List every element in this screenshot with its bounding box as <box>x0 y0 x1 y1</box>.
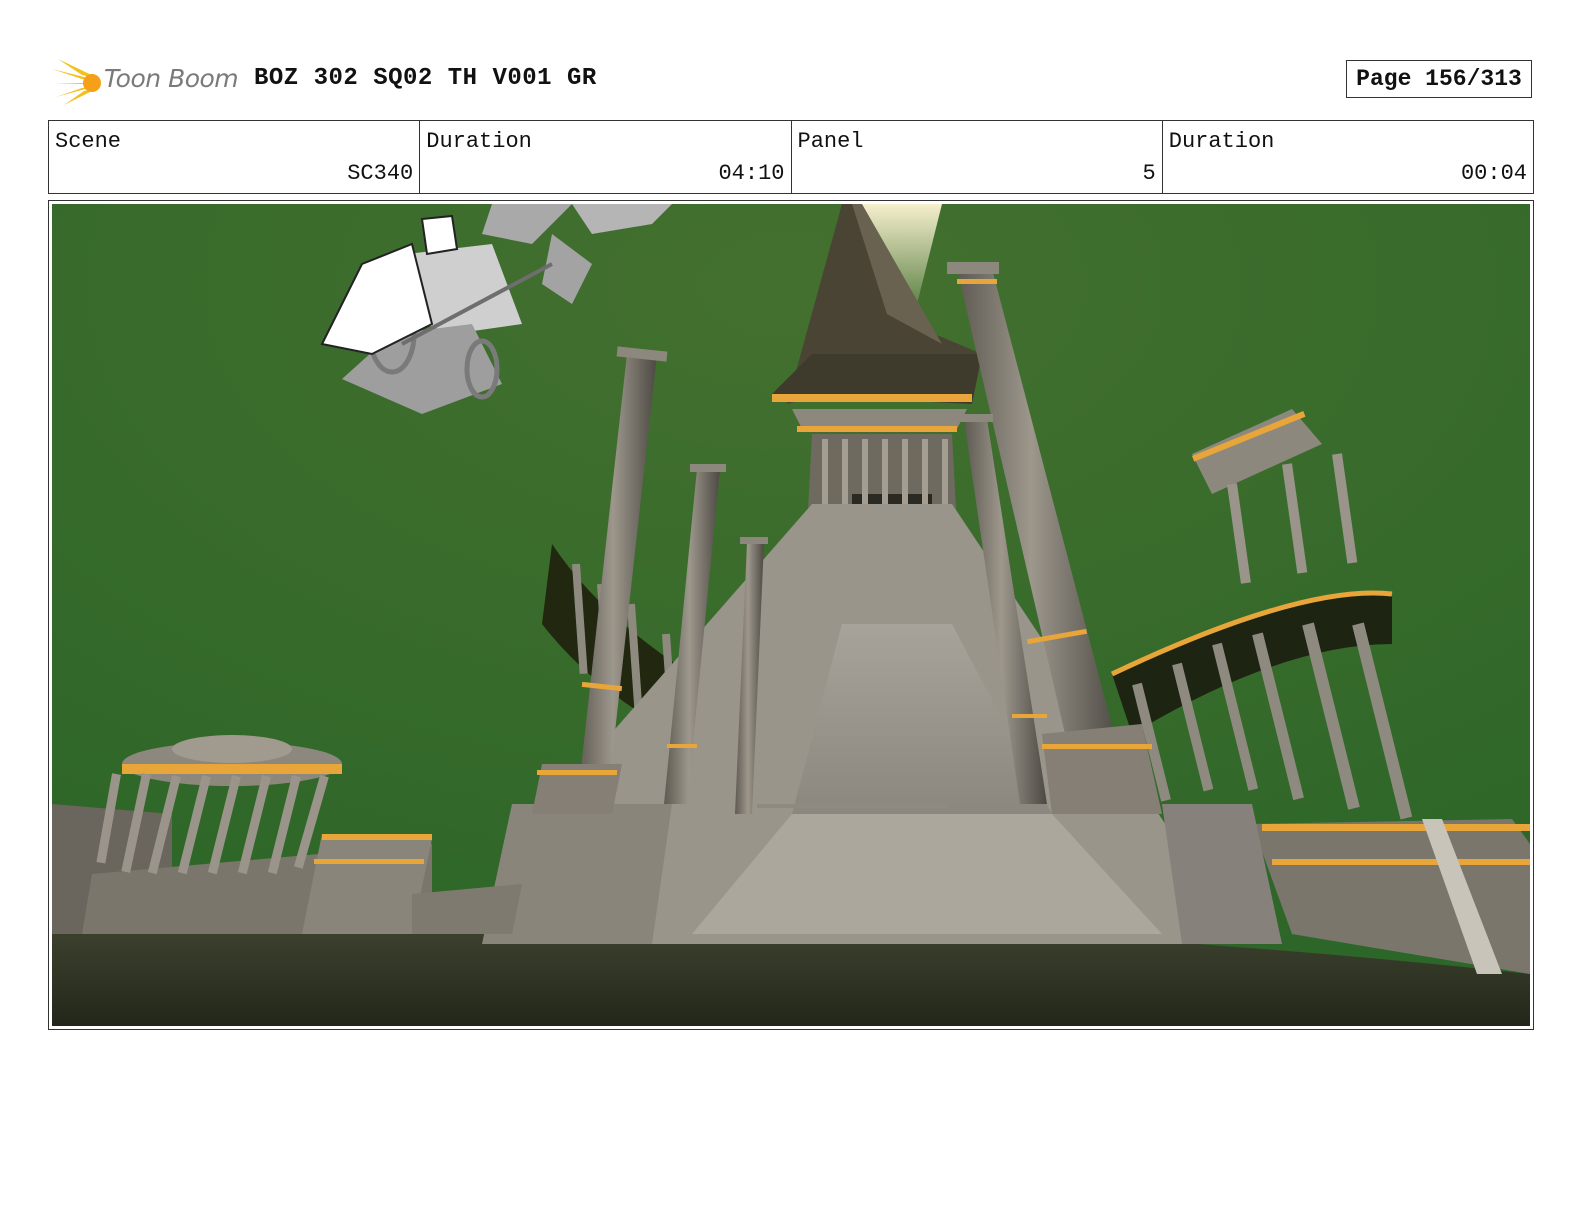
scene-duration-value: 04:10 <box>718 161 785 186</box>
panel-info-table: Scene SC340 Duration 04:10 Panel 5 Durat… <box>48 120 1534 194</box>
panel-duration-cell: Duration 00:04 <box>1163 121 1533 193</box>
panel-label: Panel <box>797 129 864 154</box>
panel-value: 5 <box>1142 161 1156 186</box>
scene-label: Scene <box>55 129 122 154</box>
storyboard-panel-frame <box>48 200 1534 1030</box>
panel-duration-label: Duration <box>1168 129 1275 154</box>
storyboard-header: Toon Boom BOZ 302 SQ02 TH V001 GR Page 1… <box>52 55 1532 107</box>
panel-cell: Panel 5 <box>792 121 1163 193</box>
scene-value: SC340 <box>347 161 414 186</box>
toon-boom-logo-icon <box>52 59 101 105</box>
scene-duration-cell: Duration 04:10 <box>420 121 792 193</box>
panel-duration-value: 00:04 <box>1460 161 1527 186</box>
logo-text: Toon Boom <box>104 64 239 93</box>
scene-cell: Scene SC340 <box>49 121 421 193</box>
page-number: Page 156/313 <box>1346 60 1532 98</box>
scene-duration-label: Duration <box>426 129 532 154</box>
panel-artwork <box>52 204 1530 1026</box>
document-title: BOZ 302 SQ02 TH V001 GR <box>254 65 597 92</box>
toon-boom-logo: Toon Boom <box>52 55 242 107</box>
